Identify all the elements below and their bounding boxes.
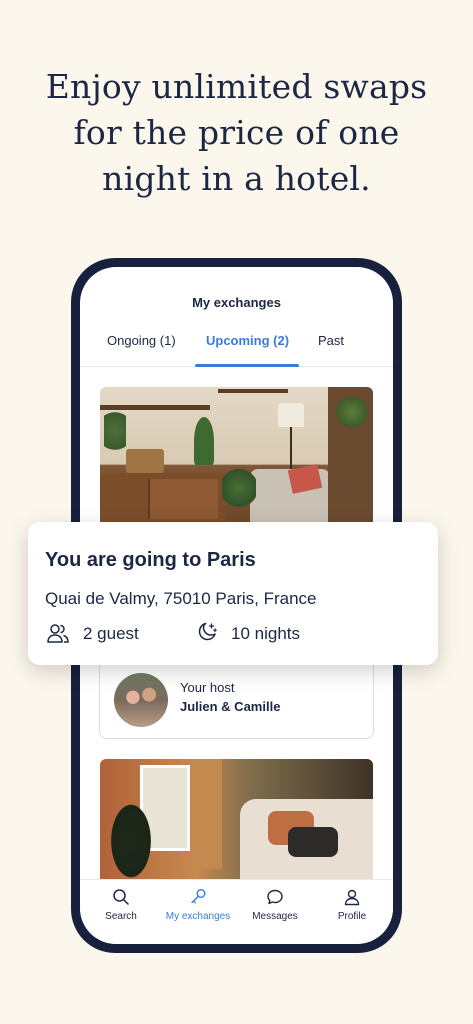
nav-item-messages[interactable]: Messages <box>236 880 314 944</box>
headline-line-3: night in a hotel. <box>102 159 371 198</box>
headline: Enjoy unlimited swaps for the price of o… <box>0 64 473 202</box>
photo-plant <box>104 407 126 455</box>
photo-radio <box>126 449 164 473</box>
trip-summary-card[interactable]: You are going to Paris Quai de Valmy, 75… <box>28 522 438 665</box>
photo-curtain <box>192 759 222 869</box>
nav-item-my-exchanges[interactable]: My exchanges <box>159 880 237 944</box>
chat-bubble-icon <box>267 889 283 905</box>
headline-line-2: for the price of one <box>73 113 400 152</box>
guests-icon <box>47 624 69 643</box>
nav-item-profile[interactable]: Profile <box>313 880 391 944</box>
photo-plant <box>108 799 154 883</box>
moon-stars-icon <box>198 622 217 641</box>
home-photo-living-room[interactable] <box>100 387 373 527</box>
search-icon <box>113 889 129 905</box>
tab-ongoing[interactable]: Ongoing (1) <box>107 333 176 367</box>
photo-pillow <box>288 827 338 857</box>
photo-cabinet-doors <box>148 479 218 519</box>
trip-guests: 2 guest <box>83 624 139 643</box>
host-name: Julien & Camille <box>180 699 281 714</box>
photo-plant <box>334 397 370 427</box>
page-title: My exchanges <box>192 295 281 310</box>
tab-upcoming[interactable]: Upcoming (2) <box>206 333 289 367</box>
tab-past[interactable]: Past <box>318 333 344 367</box>
nav-label-my-exchanges: My exchanges <box>165 911 231 922</box>
bottom-nav: Search My exchanges Messages Profile <box>80 879 393 944</box>
key-icon <box>191 889 206 904</box>
nav-label-messages: Messages <box>252 911 298 922</box>
tab-bar: Ongoing (1) Upcoming (2) Past <box>80 333 393 367</box>
headline-line-1: Enjoy unlimited swaps <box>45 67 428 106</box>
nav-label-profile: Profile <box>337 911 367 922</box>
host-avatar <box>114 673 168 727</box>
host-card[interactable]: Your host Julien & Camille <box>99 663 374 739</box>
photo-plant <box>222 465 256 511</box>
nav-item-search[interactable]: Search <box>82 880 160 944</box>
home-photo-lounge[interactable] <box>100 759 373 883</box>
photo-lamp <box>278 403 304 427</box>
trip-nights: 10 nights <box>231 624 300 643</box>
photo-plant <box>194 417 214 465</box>
photo-shelf <box>218 389 288 393</box>
nav-label-search: Search <box>105 911 137 922</box>
user-icon <box>344 889 360 906</box>
trip-title: You are going to Paris <box>45 549 256 571</box>
host-label: Your host <box>180 680 235 695</box>
active-tab-indicator <box>195 364 299 367</box>
trip-address: Quai de Valmy, 75010 Paris, France <box>45 589 317 608</box>
